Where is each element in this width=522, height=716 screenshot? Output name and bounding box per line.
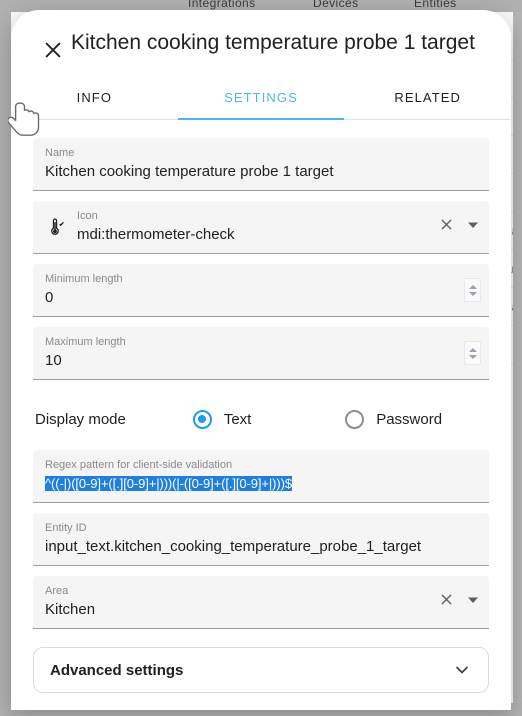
minimum-length-field[interactable]: Minimum length 0: [33, 264, 489, 317]
icon-field-label: Icon: [77, 210, 98, 222]
entity-settings-dialog: Kitchen cooking temperature probe 1 targ…: [11, 10, 511, 710]
name-field-label: Name: [45, 147, 75, 159]
minimum-length-value: 0: [45, 289, 54, 306]
regex-pattern-value: ^((-|)([0-9]+([.][0-9]+|)))(|-([0-9]+([.…: [45, 476, 292, 491]
display-mode-option-text[interactable]: Text: [192, 409, 252, 429]
triangle-down-icon: [467, 593, 479, 611]
area-dropdown-button[interactable]: [467, 593, 479, 611]
display-mode-radio-group: Text Password: [126, 409, 489, 429]
background-left-gutter: [0, 12, 11, 703]
icon-field-trailing: [438, 216, 479, 238]
caret-up-icon[interactable]: [468, 284, 477, 289]
caret-up-icon[interactable]: [468, 347, 477, 352]
caret-down-icon[interactable]: [468, 291, 477, 296]
maximum-length-value: 10: [45, 352, 62, 369]
tab-info[interactable]: INFO: [11, 76, 178, 119]
minimum-length-stepper[interactable]: [464, 278, 481, 302]
display-mode-label: Display mode: [35, 410, 126, 428]
dialog-tab-bar: INFO SETTINGS RELATED: [11, 76, 511, 120]
background-tab-integrations[interactable]: Integrations: [188, 0, 256, 10]
dialog-header: Kitchen cooking temperature probe 1 targ…: [11, 10, 511, 76]
tab-settings[interactable]: SETTINGS: [177, 76, 345, 120]
tab-related[interactable]: RELATED: [344, 76, 511, 119]
entity-id-label: Entity ID: [45, 522, 87, 534]
regex-pattern-value-wrapper: ^((-|)([0-9]+([.][0-9]+|)))(|-([0-9]+([.…: [45, 473, 477, 495]
name-field[interactable]: Name Kitchen cooking temperature probe 1…: [33, 138, 489, 191]
area-field-value: Kitchen: [45, 601, 96, 618]
area-field[interactable]: Area Kitchen: [33, 576, 489, 629]
display-mode-option-password[interactable]: Password: [345, 409, 443, 429]
entity-id-field[interactable]: Entity ID input_text.kitchen_cooking_tem…: [33, 513, 489, 566]
icon-field[interactable]: Icon mdi:thermometer-check: [33, 201, 489, 254]
radio-button-text[interactable]: [192, 409, 212, 429]
advanced-settings-label: Advanced settings: [50, 661, 184, 679]
radio-label-password: Password: [376, 410, 443, 428]
maximum-length-field[interactable]: Maximum length 10: [33, 327, 489, 380]
radio-button-password[interactable]: [345, 409, 365, 429]
settings-form: Name Kitchen cooking temperature probe 1…: [11, 120, 511, 710]
name-field-value: Kitchen cooking temperature probe 1 targ…: [45, 163, 334, 180]
triangle-down-icon: [467, 218, 479, 236]
area-field-trailing: [438, 591, 479, 613]
background-tab-devices[interactable]: Devices: [313, 0, 358, 10]
entity-id-value: input_text.kitchen_cooking_temperature_p…: [45, 538, 422, 555]
maximum-length-stepper[interactable]: [464, 341, 481, 365]
clear-area-button[interactable]: [438, 591, 455, 613]
clear-icon-button[interactable]: [438, 216, 455, 238]
background-scrollbar[interactable]: [513, 12, 522, 703]
minimum-length-label: Minimum length: [45, 273, 123, 285]
dialog-title: Kitchen cooking temperature probe 1 targ…: [71, 31, 475, 54]
radio-label-text: Text: [223, 410, 252, 428]
thermometer-check-icon: [45, 215, 69, 239]
close-icon: [438, 591, 455, 613]
regex-pattern-field[interactable]: Regex pattern for client-side validation…: [33, 450, 489, 503]
display-mode-row: Display mode Text Password: [33, 392, 489, 446]
regex-pattern-label: Regex pattern for client-side validation: [45, 459, 233, 471]
chevron-down-icon[interactable]: [452, 660, 472, 680]
icon-field-value: mdi:thermometer-check: [77, 226, 235, 243]
background-tab-entities[interactable]: Entities: [414, 0, 457, 10]
caret-down-icon[interactable]: [468, 354, 477, 359]
area-field-label: Area: [45, 585, 69, 597]
close-icon: [438, 216, 455, 238]
icon-dropdown-button[interactable]: [467, 218, 479, 236]
maximum-length-label: Maximum length: [45, 336, 126, 348]
advanced-settings-accordion[interactable]: Advanced settings: [33, 647, 489, 693]
